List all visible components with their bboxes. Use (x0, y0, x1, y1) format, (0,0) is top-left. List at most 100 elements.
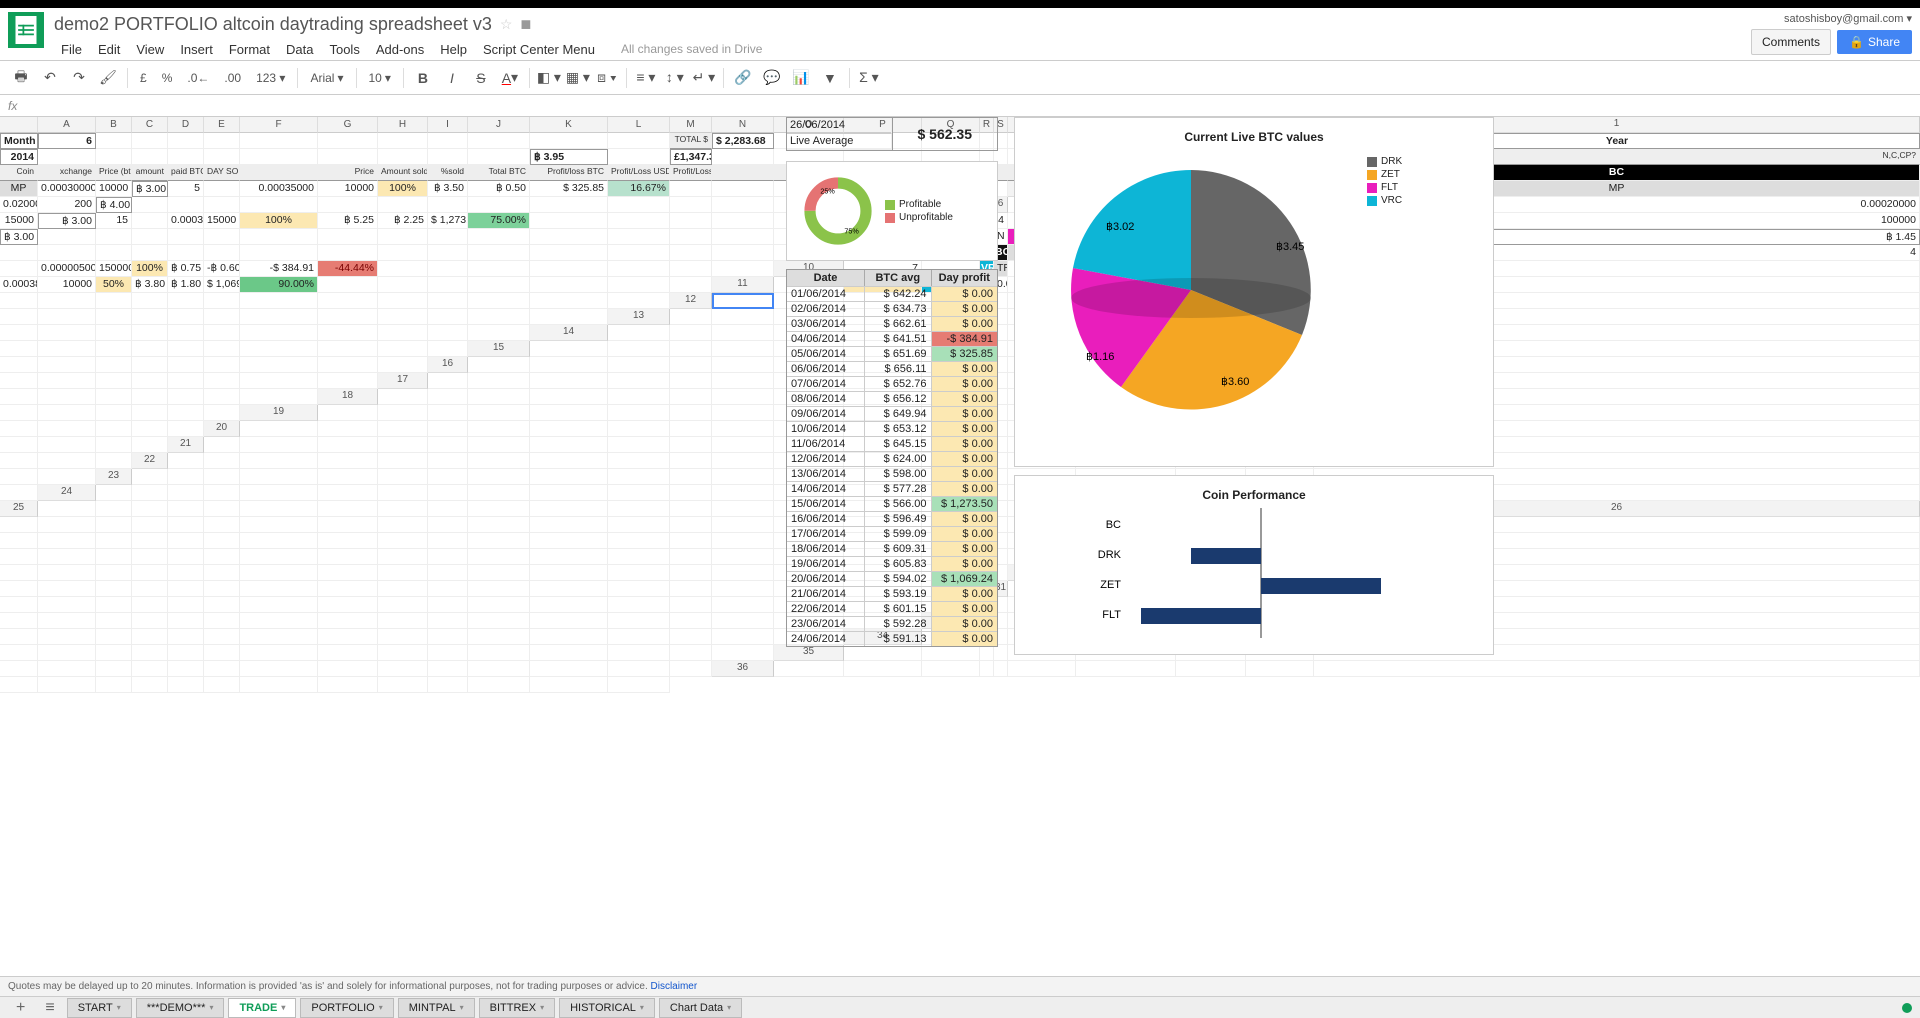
cell[interactable] (712, 357, 774, 373)
cell[interactable] (608, 389, 670, 405)
row-header[interactable]: 25 (0, 501, 38, 517)
cell[interactable] (132, 229, 168, 245)
cell[interactable] (670, 229, 712, 245)
cell[interactable] (468, 677, 530, 693)
cell[interactable] (712, 325, 774, 341)
cell[interactable] (240, 293, 318, 309)
cell[interactable] (378, 517, 428, 533)
cell[interactable] (132, 389, 168, 405)
cell[interactable] (468, 133, 530, 149)
cell[interactable] (378, 197, 428, 213)
cell[interactable] (240, 581, 318, 597)
share-button[interactable]: 🔒Share (1837, 30, 1912, 54)
cell[interactable] (240, 485, 318, 501)
explore-icon[interactable] (1902, 1003, 1912, 1013)
cell[interactable] (530, 597, 608, 613)
cell[interactable] (204, 181, 240, 197)
row-header[interactable]: 19 (240, 405, 318, 421)
cell[interactable]: Profit/Loss % (670, 165, 712, 181)
cell[interactable] (1246, 661, 1314, 677)
cell[interactable] (608, 629, 670, 645)
cell[interactable] (96, 149, 132, 165)
col-header[interactable]: L (608, 117, 670, 133)
cell[interactable] (712, 245, 774, 261)
cell[interactable] (240, 197, 318, 213)
day-table-row[interactable]: 19/06/2014$ 605.83$ 0.00 (787, 556, 997, 571)
cell[interactable] (0, 389, 38, 405)
col-header[interactable]: N (712, 117, 774, 133)
cell[interactable] (38, 309, 96, 325)
cell[interactable] (468, 629, 530, 645)
col-header[interactable]: C (132, 117, 168, 133)
cell[interactable] (530, 277, 608, 293)
cell[interactable] (168, 469, 204, 485)
cell[interactable] (428, 405, 468, 421)
cell[interactable] (530, 613, 608, 629)
cell[interactable] (378, 421, 428, 437)
cell[interactable] (96, 549, 132, 565)
cell[interactable] (428, 293, 468, 309)
cell[interactable] (468, 581, 530, 597)
cell[interactable] (132, 421, 168, 437)
cell[interactable] (318, 517, 378, 533)
day-table-row[interactable]: 21/06/2014$ 593.19$ 0.00 (787, 586, 997, 601)
cell[interactable] (132, 501, 168, 517)
cell[interactable] (468, 437, 530, 453)
day-table-row[interactable]: 18/06/2014$ 609.31$ 0.00 (787, 541, 997, 556)
decrease-decimal[interactable]: .0← (181, 68, 215, 88)
paint-format-icon[interactable]: 🖌 (95, 65, 121, 91)
cell[interactable] (468, 421, 530, 437)
cell[interactable] (670, 581, 712, 597)
cell[interactable]: 15 (96, 213, 132, 229)
cell[interactable]: Amount sold (378, 165, 428, 181)
cell[interactable] (132, 517, 168, 533)
cell[interactable] (96, 389, 132, 405)
cell[interactable] (96, 453, 132, 469)
cell[interactable] (712, 421, 774, 437)
cell[interactable] (132, 581, 168, 597)
cell[interactable] (530, 501, 608, 517)
cell[interactable] (468, 613, 530, 629)
bold-icon[interactable]: B (410, 65, 436, 91)
cell[interactable] (96, 309, 132, 325)
cell[interactable] (38, 421, 96, 437)
cell[interactable] (670, 597, 712, 613)
cell[interactable] (670, 389, 712, 405)
cell[interactable] (318, 277, 378, 293)
cell[interactable] (468, 325, 530, 341)
cell[interactable] (468, 197, 530, 213)
col-header[interactable]: M (670, 117, 712, 133)
cell[interactable] (378, 357, 428, 373)
cell[interactable] (670, 181, 712, 197)
cell[interactable]: 0.00035000 (240, 181, 318, 197)
borders-icon[interactable]: ▦ ▾ (565, 65, 591, 91)
cell[interactable] (38, 341, 96, 357)
cell[interactable] (468, 405, 530, 421)
cell[interactable] (378, 645, 428, 661)
cell[interactable] (670, 357, 712, 373)
cell[interactable] (670, 245, 712, 261)
cell[interactable] (204, 437, 240, 453)
menu-view[interactable]: View (129, 39, 171, 60)
cell[interactable] (608, 549, 670, 565)
cell[interactable] (378, 149, 428, 165)
cell[interactable] (96, 341, 132, 357)
cell[interactable] (712, 405, 774, 421)
cell[interactable] (428, 549, 468, 565)
cell[interactable] (530, 293, 608, 309)
menu-file[interactable]: File (54, 39, 89, 60)
sheet-tab-chartdata[interactable]: Chart Data ▾ (659, 998, 742, 1018)
cell[interactable]: 5 (168, 181, 204, 197)
cell[interactable] (530, 389, 608, 405)
cell[interactable] (132, 197, 168, 213)
cell[interactable] (168, 149, 204, 165)
cell[interactable] (318, 469, 378, 485)
cell[interactable] (240, 149, 318, 165)
cell[interactable] (204, 357, 240, 373)
cell[interactable] (38, 245, 96, 261)
cell[interactable] (38, 453, 96, 469)
star-icon[interactable]: ☆ (500, 16, 513, 33)
menu-script-center-menu[interactable]: Script Center Menu (476, 39, 602, 60)
cell[interactable] (670, 645, 712, 661)
cell[interactable] (240, 229, 318, 245)
